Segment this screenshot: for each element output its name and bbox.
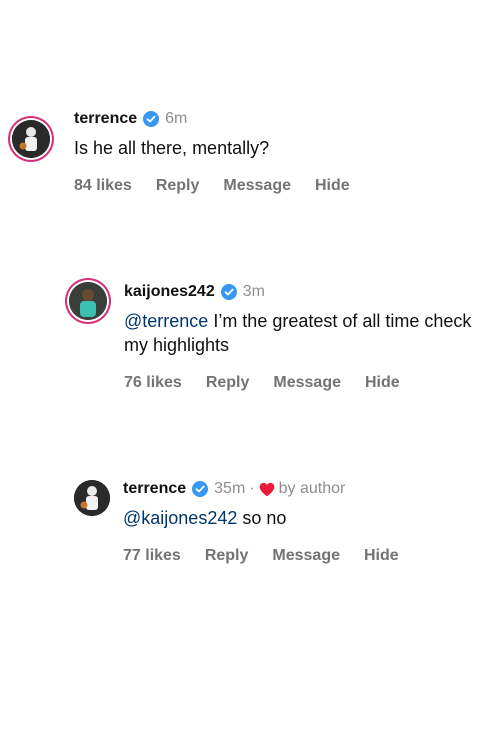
hide-button[interactable]: Hide	[315, 177, 350, 195]
comment-3: terrence 35m · by author @kaijones242 so…	[0, 470, 500, 590]
user-avatar[interactable]	[69, 282, 107, 320]
user-avatar[interactable]	[12, 120, 50, 158]
hide-button[interactable]: Hide	[365, 374, 400, 392]
mention-link[interactable]: @kaijones242	[123, 508, 237, 528]
comment-text: Is he all there, mentally?	[74, 138, 270, 158]
separator-dot: ·	[249, 480, 255, 497]
comment-username[interactable]: terrence	[74, 110, 137, 128]
avatar-kaijones-icon	[69, 282, 107, 320]
likes-count-button[interactable]: 84 likes	[74, 177, 132, 195]
verified-badge-icon	[220, 284, 237, 300]
mention-link[interactable]: @terrence	[124, 311, 208, 331]
comment-text-body: so no	[237, 508, 287, 528]
comment-2: kaijones242 3m @terrence I’m the greates…	[0, 270, 500, 420]
reply-button[interactable]: Reply	[206, 374, 250, 392]
user-avatar[interactable]	[74, 480, 110, 516]
likes-count-button[interactable]: 76 likes	[124, 374, 182, 392]
message-button[interactable]: Message	[223, 177, 291, 195]
hide-button[interactable]: Hide	[364, 547, 399, 565]
verified-badge-icon	[192, 481, 209, 497]
comment-text: @kaijones242 so no	[123, 506, 493, 530]
comment-time: 3m	[242, 283, 265, 300]
liked-by-author-label: by author	[278, 480, 346, 497]
message-button[interactable]: Message	[273, 374, 341, 392]
comment-username[interactable]: terrence	[123, 480, 186, 498]
reply-button[interactable]: Reply	[156, 177, 200, 195]
verified-badge-icon	[143, 111, 160, 127]
comment-username[interactable]: kaijones242	[124, 283, 215, 301]
comment-time: 35m	[214, 480, 246, 497]
avatar-terrence-icon	[74, 480, 110, 516]
likes-count-button[interactable]: 77 likes	[123, 547, 181, 565]
reply-button[interactable]: Reply	[205, 547, 249, 565]
comment-time: 6m	[165, 110, 188, 127]
avatar-terrence-icon	[12, 120, 50, 158]
heart-icon	[259, 482, 275, 497]
comment-1: terrence 6m Is he all there, mentally? 8…	[0, 0, 500, 220]
comment-text: @terrence I’m the greatest of all time c…	[124, 309, 494, 357]
message-button[interactable]: Message	[272, 547, 340, 565]
